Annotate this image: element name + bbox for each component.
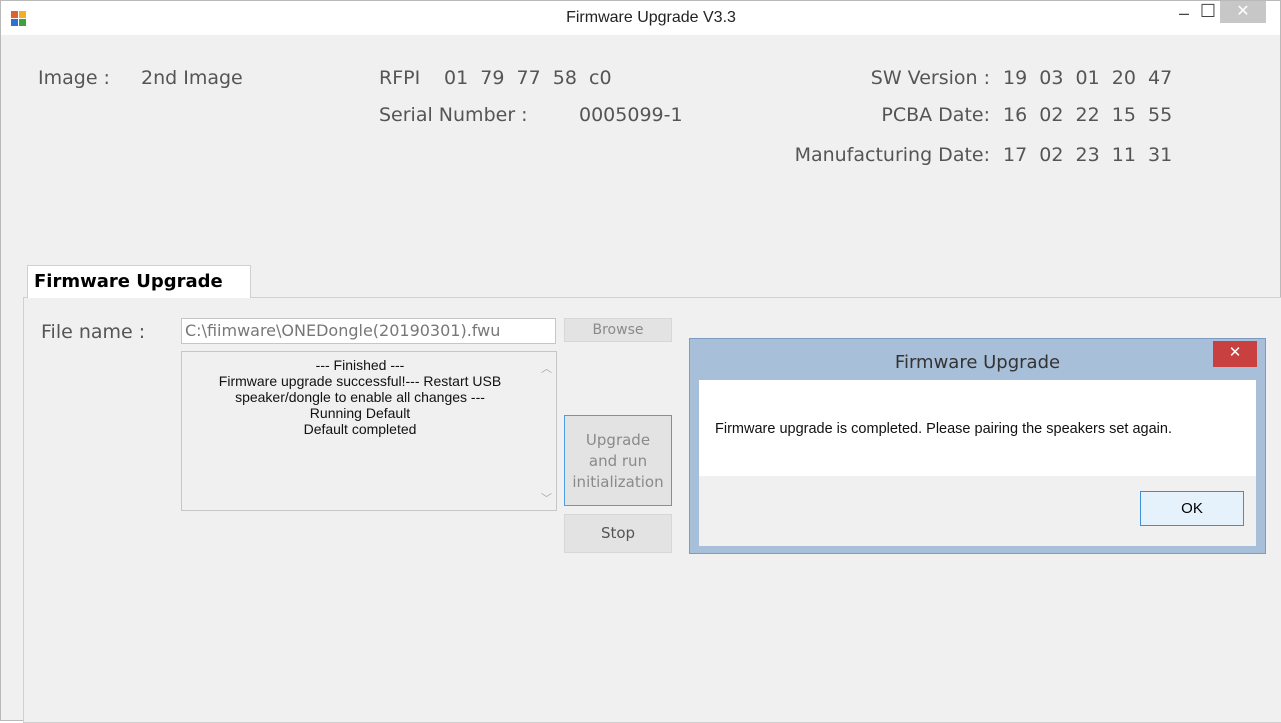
manufacturing-date-value: 17 02 23 11 31 <box>1003 144 1173 166</box>
close-icon[interactable]: ✕ <box>1220 1 1266 23</box>
scroll-down-icon[interactable]: ﹀ <box>541 490 552 506</box>
image-label: Image : <box>38 67 110 89</box>
sw-version-label: SW Version : <box>870 67 990 89</box>
browse-button[interactable]: Browse <box>564 318 672 342</box>
tab-firmware-upgrade[interactable]: Firmware Upgrade <box>27 265 251 298</box>
upgrade-label-line: and run <box>588 452 648 470</box>
dialog-message: Firmware upgrade is completed. Please pa… <box>715 421 1172 437</box>
pcba-date-label: PCBA Date: <box>881 104 990 126</box>
title-bar[interactable]: Firmware Upgrade V3.3 – ☐ ✕ <box>1 1 1280 35</box>
ok-button[interactable]: OK <box>1140 491 1244 526</box>
dialog-footer: OK <box>699 476 1256 546</box>
file-name-label: File name : <box>41 321 146 343</box>
log-line: speaker/dongle to enable all changes --- <box>235 389 485 405</box>
log-line: Default completed <box>303 421 417 437</box>
serial-number-label: Serial Number : <box>379 104 528 126</box>
pcba-date-value: 16 02 22 15 55 <box>1003 104 1173 126</box>
window-title: Firmware Upgrade V3.3 <box>566 9 736 26</box>
rfpi-label: RFPI <box>379 67 421 89</box>
message-dialog: Firmware Upgrade ✕ Firmware upgrade is c… <box>689 338 1266 554</box>
log-line: --- Finished --- <box>315 357 405 373</box>
log-line: Firmware upgrade successful!--- Restart … <box>218 373 502 389</box>
upgrade-label-line: Upgrade <box>585 431 651 449</box>
manufacturing-date-label: Manufacturing Date: <box>794 144 990 166</box>
log-textarea[interactable]: --- Finished --- Firmware upgrade succes… <box>181 351 557 511</box>
image-value: 2nd Image <box>141 67 243 89</box>
scroll-up-icon[interactable]: ︿ <box>541 360 552 376</box>
rfpi-value: 01 79 77 58 c0 <box>444 67 612 89</box>
main-window: Firmware Upgrade V3.3 – ☐ ✕ Image : 2nd … <box>0 0 1281 723</box>
dialog-title: Firmware Upgrade <box>894 352 1061 373</box>
upgrade-label-line: initialization <box>572 473 664 491</box>
stop-button[interactable]: Stop <box>564 514 672 553</box>
file-name-field[interactable]: C:\fiimware\ONEDongle(20190301).fwu <box>181 318 556 344</box>
log-text: --- Finished --- Firmware upgrade succes… <box>182 357 538 437</box>
dialog-close-icon[interactable]: ✕ <box>1213 341 1257 367</box>
log-line: Running Default <box>309 405 411 421</box>
dialog-body: Firmware upgrade is completed. Please pa… <box>699 380 1256 546</box>
sw-version-value: 19 03 01 20 47 <box>1003 67 1173 89</box>
serial-number-value: 0005099-1 <box>579 104 683 126</box>
upgrade-and-run-initialization-button[interactable]: Upgrade and run initialization <box>564 415 672 506</box>
tab-label: Firmware Upgrade <box>34 271 223 292</box>
